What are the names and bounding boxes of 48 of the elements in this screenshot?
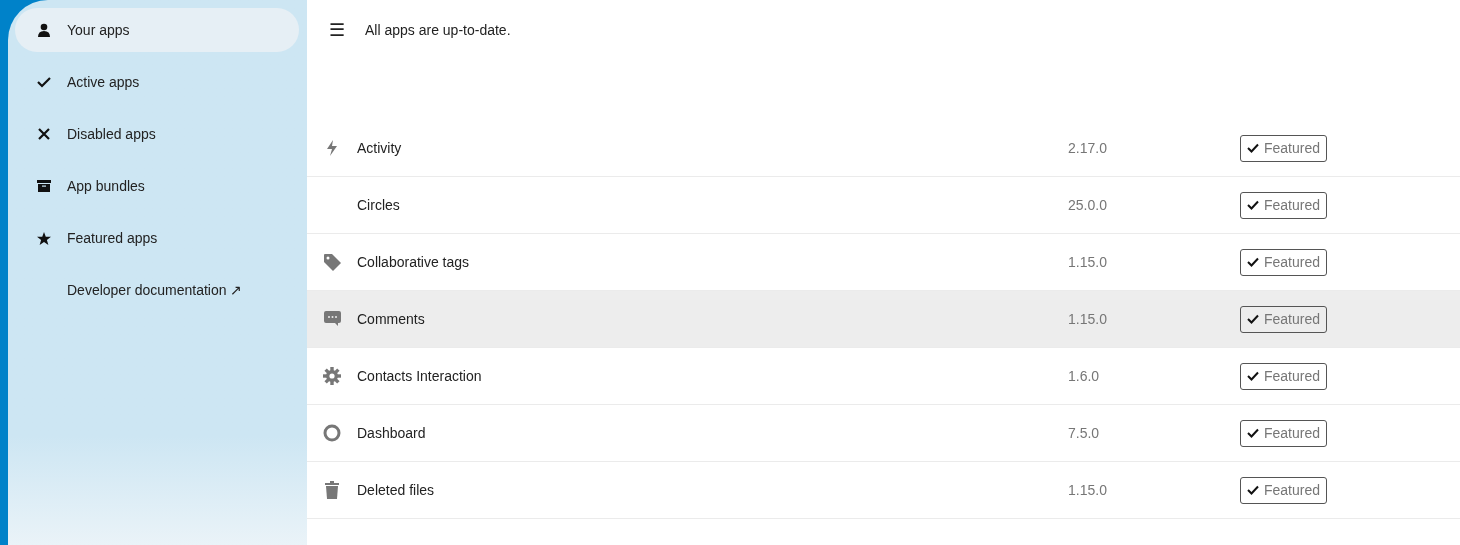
gear-icon: [323, 367, 341, 385]
sidebar-item[interactable]: Active apps: [15, 60, 299, 104]
comment-icon: [323, 311, 341, 327]
user-icon: [37, 23, 51, 37]
sidebar-item[interactable]: Your apps: [15, 8, 299, 52]
app-version: 1.15.0: [1068, 309, 1108, 329]
app-row[interactable]: Comments 1.15.0 Featured: [307, 291, 1460, 348]
check-icon: [1247, 485, 1259, 495]
app-name: Comments: [357, 309, 426, 329]
app-version: 7.5.0: [1068, 423, 1101, 443]
app-version: 1.6.0: [1068, 366, 1101, 386]
app-name: Contacts Interaction: [357, 366, 483, 386]
app-name: Deleted files: [357, 480, 436, 500]
badge-label: Featured: [1264, 480, 1321, 500]
app-version: 25.0.0: [1068, 195, 1108, 215]
badge-label: Featured: [1264, 195, 1321, 215]
archive-icon: [37, 180, 51, 192]
check-icon: [1247, 371, 1259, 381]
sidebar-item[interactable]: Disabled apps: [15, 112, 299, 156]
star-icon: [37, 230, 51, 246]
app-name: Dashboard: [357, 423, 427, 443]
sidebar-item[interactable]: Developer documentation ↗: [15, 268, 299, 312]
badge-label: Featured: [1264, 252, 1321, 272]
badge-label: Featured: [1264, 423, 1321, 443]
check-icon: [1247, 257, 1259, 267]
app-name: Circles: [357, 195, 401, 215]
lightning-icon: [326, 140, 338, 156]
app-version: 1.15.0: [1068, 480, 1108, 500]
badge-label: Featured: [1264, 309, 1321, 329]
tag-icon: [323, 253, 341, 271]
sidebar-item[interactable]: App bundles: [15, 164, 299, 208]
close-icon: [38, 128, 50, 140]
app-version: 1.15.0: [1068, 252, 1108, 272]
check-icon: [1247, 200, 1259, 210]
status-message: All apps are up-to-date.: [365, 20, 511, 40]
check-icon: [1247, 143, 1259, 153]
app-version: 2.17.0: [1068, 138, 1108, 158]
sidebar-item[interactable]: Featured apps: [15, 216, 299, 260]
menu-button[interactable]: ☰: [329, 22, 345, 38]
app-name: Collaborative tags: [357, 252, 471, 272]
app-name: Activity: [357, 138, 403, 158]
circle-icon: [323, 424, 341, 442]
check-icon: [1247, 314, 1259, 324]
badge-label: Featured: [1264, 138, 1321, 158]
check-icon: [1247, 428, 1259, 438]
badge-label: Featured: [1264, 366, 1321, 386]
trash-icon: [325, 481, 339, 499]
check-icon: [37, 76, 51, 88]
